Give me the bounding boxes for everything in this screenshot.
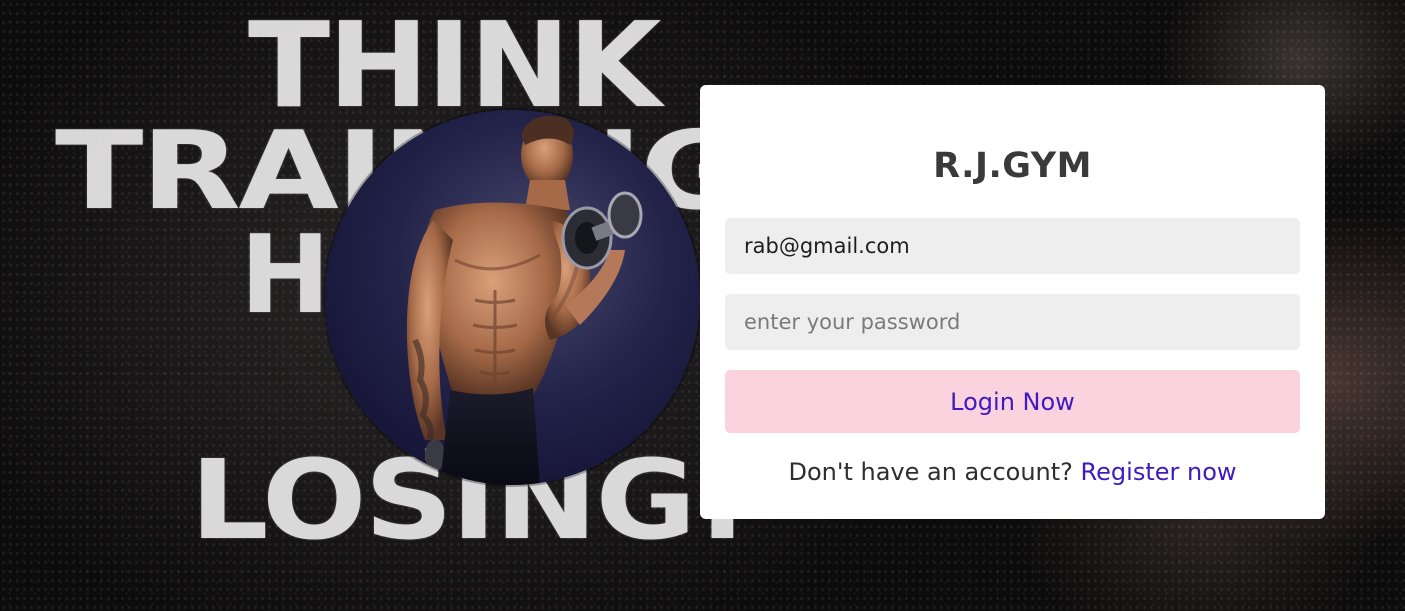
login-button[interactable]: Login Now xyxy=(725,370,1300,433)
register-prompt-text: Don't have an account? xyxy=(788,458,1073,486)
password-field[interactable] xyxy=(725,294,1300,350)
register-link[interactable]: Register now xyxy=(1081,458,1237,486)
poster-word: THINK xyxy=(248,0,661,134)
brand-title: R.J.GYM xyxy=(933,146,1092,186)
bodybuilder-photo xyxy=(325,110,700,485)
email-field[interactable] xyxy=(725,218,1300,274)
register-prompt: Don't have an account? Register now xyxy=(700,458,1325,486)
bodybuilder-icon xyxy=(406,116,643,485)
login-form: R.J.GYM Login Now Don't have an account?… xyxy=(700,85,1325,519)
login-page: THINK TRAINING HURTS LOSING! xyxy=(0,0,1405,611)
